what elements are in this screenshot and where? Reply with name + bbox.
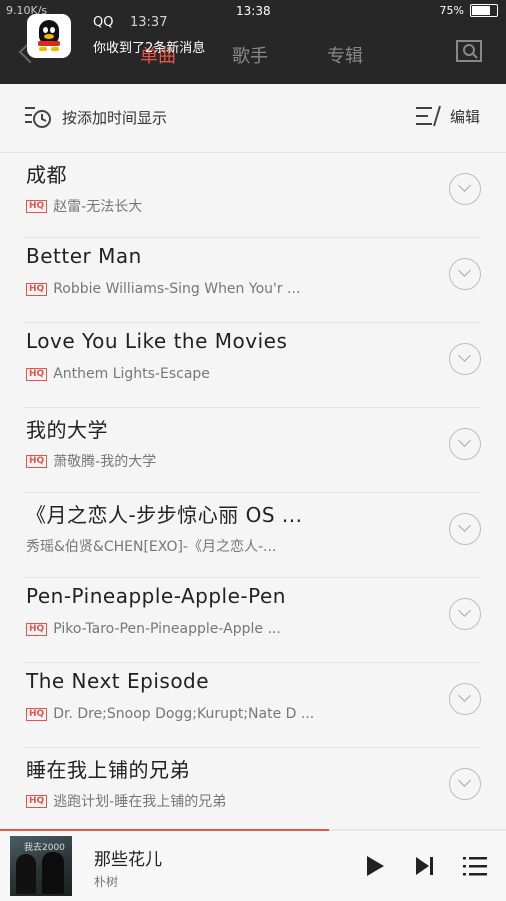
song-more-button[interactable]: [449, 173, 481, 205]
song-row[interactable]: 睡在我上铺的兄弟 HQ 逃跑计划-睡在我上铺的兄弟: [0, 748, 506, 829]
song-artist: 萧敬腾-我的大学: [53, 454, 157, 470]
song-title: Better Man: [26, 244, 142, 268]
song-title: 我的大学: [26, 418, 108, 442]
sort-by-time-button[interactable]: 按添加时间显示: [24, 104, 167, 130]
song-more-button[interactable]: [449, 343, 481, 375]
play-icon[interactable]: [364, 855, 386, 877]
status-time: 13:38: [236, 4, 271, 18]
song-more-button[interactable]: [449, 513, 481, 545]
hq-badge: HQ: [26, 622, 48, 636]
search-icon[interactable]: [456, 38, 482, 64]
album-cover[interactable]: 我去2000年: [10, 836, 72, 896]
notification-app-name: QQ: [93, 15, 114, 30]
chevron-down-icon: [458, 434, 471, 447]
battery-icon: [470, 4, 498, 17]
chevron-down-icon: [458, 604, 471, 617]
sort-bar: 按添加时间显示 编辑: [0, 84, 506, 153]
song-more-button[interactable]: [449, 598, 481, 630]
song-artist: Dr. Dre;Snoop Dogg;Kurupt;Nate D ...: [53, 706, 315, 722]
tab-albums[interactable]: 专辑: [327, 42, 363, 68]
song-title: Love You Like the Movies: [26, 329, 288, 353]
clock-list-icon: [25, 107, 51, 128]
hq-badge: HQ: [26, 454, 48, 468]
song-more-button[interactable]: [449, 258, 481, 290]
hq-badge: HQ: [26, 199, 48, 213]
song-artist: 秀瑶&伯贤&CHEN[EXO]-《月之恋人-...: [26, 539, 277, 555]
tab-singers[interactable]: 歌手: [232, 42, 268, 68]
notification-banner[interactable]: 单曲 歌手 专辑 9.10K/s 13:38 75% QQ 13:37 你收到了…: [0, 0, 506, 84]
mini-player[interactable]: 我去2000年 那些花儿 朴树: [0, 829, 506, 901]
song-row[interactable]: 我的大学 HQ 萧敬腾-我的大学: [0, 408, 506, 493]
chevron-down-icon: [458, 689, 471, 702]
song-artist: Anthem Lights-Escape: [53, 366, 210, 382]
battery-percent: 75%: [439, 4, 464, 17]
song-more-button[interactable]: [449, 768, 481, 800]
song-row[interactable]: Better Man HQ Robbie Williams-Sing When Y…: [0, 238, 506, 323]
song-artist: Robbie Williams-Sing When You'r ...: [53, 281, 301, 297]
song-row[interactable]: 《月之恋人-步步惊心丽 OS ... 秀瑶&伯贤&CHEN[EXO]-《月之恋人…: [0, 493, 506, 578]
edit-list-icon: [415, 105, 441, 127]
hq-badge: HQ: [26, 794, 48, 808]
song-artist: 逃跑计划-睡在我上铺的兄弟: [53, 794, 227, 810]
now-playing-title: 那些花儿: [94, 850, 162, 870]
chevron-down-icon: [458, 349, 471, 362]
song-artist: 赵雷-无法长大: [53, 199, 143, 215]
chevron-down-icon: [458, 774, 471, 787]
song-more-button[interactable]: [449, 683, 481, 715]
now-playing-artist: 朴树: [94, 875, 119, 889]
song-title: Pen-Pineapple-Apple-Pen: [26, 584, 286, 608]
chevron-down-icon: [458, 179, 471, 192]
song-row[interactable]: Love You Like the Movies HQ Anthem Lights…: [0, 323, 506, 408]
status-bar: 9.10K/s 13:38 75%: [0, 0, 506, 24]
song-row[interactable]: 成都 HQ 赵雷-无法长大: [0, 153, 506, 238]
hq-badge: HQ: [26, 367, 48, 381]
song-list[interactable]: 成都 HQ 赵雷-无法长大 Better Man HQ Robbie William…: [0, 153, 506, 829]
song-artist: Piko-Taro-Pen-Pineapple-Apple ...: [53, 621, 281, 637]
edit-button[interactable]: 编辑: [414, 104, 480, 128]
song-title: 《月之恋人-步步惊心丽 OS ...: [26, 503, 303, 527]
playback-progress[interactable]: [0, 829, 506, 831]
next-icon[interactable]: [414, 855, 436, 877]
song-row[interactable]: The Next Episode HQ Dr. Dre;Snoop Dogg;Ku…: [0, 663, 506, 748]
hq-badge: HQ: [26, 282, 48, 296]
edit-label: 编辑: [449, 107, 480, 126]
notification-message: 你收到了2条新消息: [93, 41, 206, 56]
qq-app-icon: [27, 14, 71, 58]
song-more-button[interactable]: [449, 428, 481, 460]
song-title: 睡在我上铺的兄弟: [26, 758, 190, 782]
song-title: The Next Episode: [26, 669, 210, 693]
song-row[interactable]: Pen-Pineapple-Apple-Pen HQ Piko-Taro-Pen-…: [0, 578, 506, 663]
notification-time: 13:37: [130, 15, 168, 30]
sort-label: 按添加时间显示: [62, 108, 168, 127]
playlist-queue-icon[interactable]: [463, 855, 487, 877]
hq-badge: HQ: [26, 707, 48, 721]
song-title: 成都: [26, 163, 67, 187]
status-right: 75%: [440, 4, 498, 17]
chevron-down-icon: [458, 519, 471, 532]
chevron-down-icon: [458, 264, 471, 277]
